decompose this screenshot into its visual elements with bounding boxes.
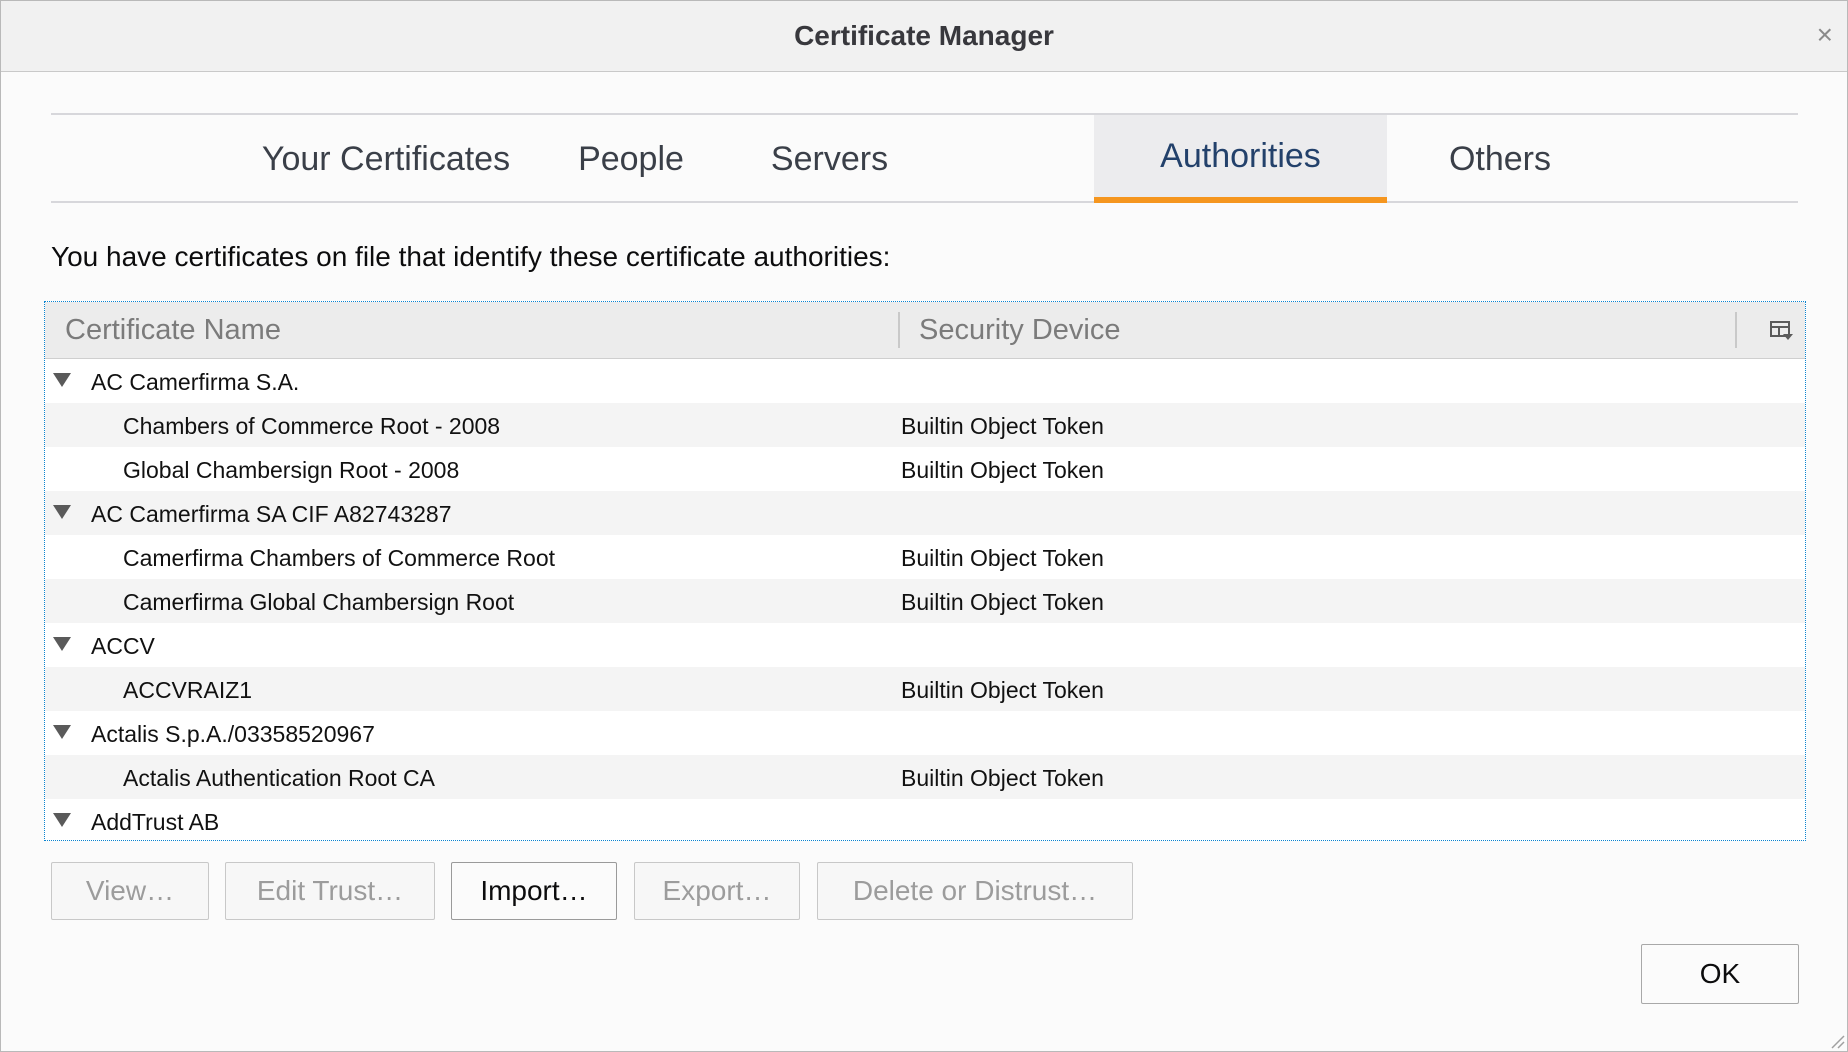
- tab-label: Others: [1448, 139, 1552, 178]
- window-title: Certificate Manager: [794, 20, 1054, 51]
- tab-label: People: [578, 139, 684, 178]
- group-name: ACCV: [91, 633, 155, 659]
- certificate-name: Global Chambersign Root - 2008: [123, 457, 460, 483]
- certificate-name: Chambers of Commerce Root - 2008: [123, 413, 501, 439]
- tree-group-row[interactable]: AC Camerfirma SA CIF A82743287: [45, 491, 1805, 535]
- tab-label: Servers: [770, 139, 889, 178]
- expanded-twisty-icon[interactable]: [53, 813, 71, 827]
- export-button[interactable]: Export…: [634, 862, 800, 920]
- edit-trust-button[interactable]: Edit Trust…: [225, 862, 435, 920]
- column-certificate-name[interactable]: Certificate Name: [65, 302, 281, 358]
- group-name: AC Camerfirma SA CIF A82743287: [91, 501, 452, 527]
- tree-group-row[interactable]: AC Camerfirma S.A.: [45, 359, 1805, 403]
- tab-authorities[interactable]: Authorities: [1094, 115, 1387, 203]
- column-security-device[interactable]: Security Device: [919, 302, 1120, 358]
- tree-rows: AC Camerfirma S.A. Chambers of Commerce …: [45, 359, 1805, 840]
- view-button[interactable]: View…: [51, 862, 209, 920]
- delete-or-distrust-button[interactable]: Delete or Distrust…: [817, 862, 1133, 920]
- tab-strip: Your Certificates People Servers Authori…: [51, 113, 1798, 203]
- tree-row[interactable]: Camerfirma Global Chambersign Root Built…: [45, 579, 1805, 623]
- tab-label: Your Certificates: [261, 139, 511, 178]
- certificate-tree[interactable]: Certificate Name Security Device AC Came…: [44, 301, 1806, 841]
- tree-group-row[interactable]: ACCV: [45, 623, 1805, 667]
- import-button[interactable]: Import…: [451, 862, 617, 920]
- security-device: Builtin Object Token: [901, 413, 1104, 439]
- certificate-name: ACCVRAIZ1: [123, 677, 253, 703]
- certificate-manager-dialog: Certificate Manager × Your Certificates …: [0, 0, 1848, 1052]
- tab-people[interactable]: People: [551, 115, 711, 203]
- expanded-twisty-icon[interactable]: [53, 505, 71, 519]
- column-separator[interactable]: [1735, 312, 1737, 348]
- certificate-name: Camerfirma Chambers of Commerce Root: [123, 545, 556, 571]
- security-device: Builtin Object Token: [901, 545, 1104, 571]
- tree-row[interactable]: Actalis Authentication Root CA Builtin O…: [45, 755, 1805, 799]
- close-icon[interactable]: ×: [1817, 21, 1833, 49]
- security-device: Builtin Object Token: [901, 765, 1104, 791]
- tree-group-row[interactable]: AddTrust AB: [45, 799, 1805, 840]
- group-name: AC Camerfirma S.A.: [91, 369, 300, 395]
- certificate-name: Actalis Authentication Root CA: [123, 765, 435, 791]
- expanded-twisty-icon[interactable]: [53, 373, 71, 387]
- tab-your-certificates[interactable]: Your Certificates: [241, 115, 531, 203]
- title-bar: Certificate Manager ×: [1, 1, 1847, 72]
- certificate-name: Camerfirma Global Chambersign Root: [123, 589, 515, 615]
- security-device: Builtin Object Token: [901, 457, 1104, 483]
- resize-grip-icon[interactable]: [1829, 1033, 1845, 1049]
- ok-button[interactable]: OK: [1641, 944, 1799, 1004]
- security-device: Builtin Object Token: [901, 589, 1104, 615]
- security-device: Builtin Object Token: [901, 677, 1104, 703]
- group-name: AddTrust AB: [91, 809, 220, 835]
- tree-row[interactable]: Chambers of Commerce Root - 2008 Builtin…: [45, 403, 1805, 447]
- tree-group-row[interactable]: Actalis S.p.A./03358520967: [45, 711, 1805, 755]
- column-separator[interactable]: [898, 312, 900, 348]
- tree-header: Certificate Name Security Device: [45, 302, 1805, 359]
- authorities-description: You have certificates on file that ident…: [51, 241, 891, 272]
- expanded-twisty-icon[interactable]: [53, 725, 71, 739]
- tab-servers[interactable]: Servers: [737, 115, 922, 203]
- tree-row[interactable]: Global Chambersign Root - 2008 Builtin O…: [45, 447, 1805, 491]
- tree-row[interactable]: ACCVRAIZ1 Builtin Object Token: [45, 667, 1805, 711]
- expanded-twisty-icon[interactable]: [53, 637, 71, 651]
- group-name: Actalis S.p.A./03358520967: [91, 721, 375, 747]
- tree-row[interactable]: Camerfirma Chambers of Commerce Root Bui…: [45, 535, 1805, 579]
- tab-others[interactable]: Others: [1405, 115, 1595, 203]
- column-picker-icon[interactable]: [1767, 316, 1795, 344]
- tab-label: Authorities: [1160, 136, 1321, 175]
